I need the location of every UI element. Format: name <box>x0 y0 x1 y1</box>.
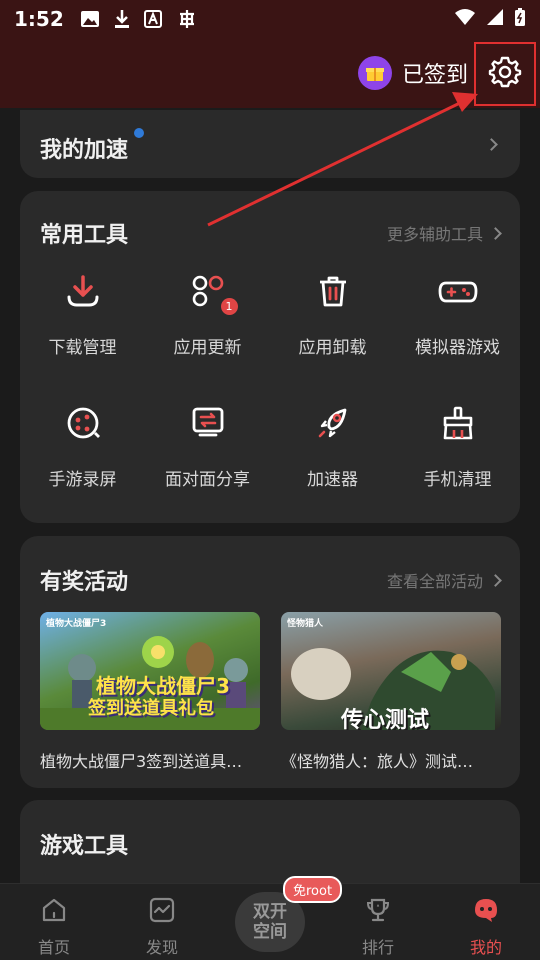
acceleration-title: 我的加速 <box>40 138 129 163</box>
wifi-icon <box>454 7 476 31</box>
signin-button[interactable]: 已签到 <box>357 56 468 90</box>
download-icon <box>63 271 103 311</box>
dual-space-label: 双开 空间 <box>253 902 287 942</box>
tool-app-update[interactable]: 1 应用更新 <box>145 271 270 359</box>
activity-caption-pvz3[interactable]: 植物大战僵尸3签到送道具… <box>40 748 262 772</box>
profile-header: 已签到 <box>0 38 540 108</box>
tool-label: 应用卸载 <box>298 338 367 358</box>
tool-label: 加速器 <box>307 470 358 490</box>
status-bar: 1:52 <box>0 0 540 38</box>
dual-space-label-line2: 空间 <box>253 922 287 942</box>
tools-title: 常用工具 <box>40 223 129 248</box>
tool-accelerator[interactable]: 加速器 <box>270 403 395 491</box>
update-count-badge: 1 <box>220 298 238 315</box>
tab-discover[interactable]: 发现 <box>122 896 202 958</box>
more-tools-label: 更多辅助工具 <box>386 225 483 244</box>
dual-space-label-line1: 双开 <box>253 902 287 922</box>
tool-emulator-games[interactable]: 模拟器游戏 <box>395 271 520 359</box>
main-content: 我的加速 常用工具 更多辅助工具 下载管理 1 应用更新 应用卸载 模拟器游戏 … <box>0 108 540 883</box>
tool-screen-record[interactable]: 手游录屏 <box>20 403 145 491</box>
tab-label: 排行 <box>361 938 394 957</box>
activities-card: 有奖活动 查看全部活动 植物大战僵尸3 植物大战僵尸3 签到送道具礼包 植物大战… <box>20 536 520 788</box>
gamepad-icon <box>438 271 478 311</box>
all-activities-label: 查看全部活动 <box>386 572 483 591</box>
home-icon <box>40 896 68 928</box>
bottom-tab-bar: 首页 发现 双开 空间 免root 排行 我的 <box>0 876 540 960</box>
mine-icon <box>472 896 500 928</box>
tool-phone-clean[interactable]: 手机清理 <box>395 403 520 491</box>
tool-face-to-face-share[interactable]: 面对面分享 <box>145 403 270 491</box>
chevron-right-icon <box>489 573 502 587</box>
notification-dot <box>134 128 144 138</box>
activities-title: 有奖活动 <box>40 570 129 595</box>
signal-icon <box>486 7 504 31</box>
tool-app-uninstall[interactable]: 应用卸载 <box>270 271 395 359</box>
download-notification-icon <box>114 9 130 29</box>
tab-label: 发现 <box>145 938 178 957</box>
no-root-badge: 免root <box>283 876 343 903</box>
tab-home[interactable]: 首页 <box>14 896 94 958</box>
settings-button[interactable] <box>474 42 536 106</box>
game-tools-title: 游戏工具 <box>40 834 129 859</box>
mh-logo: 怪物猎人 <box>287 619 324 629</box>
tool-grid: 下载管理 1 应用更新 应用卸载 模拟器游戏 手游录屏 面对面分享 加速器 手机… <box>20 271 520 491</box>
tab-label: 首页 <box>37 938 70 957</box>
trophy-icon <box>364 896 392 928</box>
tool-download-manager[interactable]: 下载管理 <box>20 271 145 359</box>
translate-notification-icon <box>143 10 162 28</box>
activity-banner-pvz3[interactable]: 植物大战僵尸3 植物大战僵尸3 签到送道具礼包 <box>40 612 260 730</box>
app-update-icon: 1 <box>188 271 238 315</box>
tool-label: 手机清理 <box>423 470 492 490</box>
status-time: 1:52 <box>14 7 64 31</box>
rocket-icon <box>313 403 353 443</box>
pvz-banner-line2: 签到送道具礼包 <box>88 698 214 719</box>
battery-icon <box>514 7 526 32</box>
chevron-right-icon <box>485 138 498 151</box>
bug-notification-icon <box>176 8 198 30</box>
chevron-right-icon <box>489 226 502 240</box>
tab-label: 我的 <box>469 938 502 957</box>
common-tools-card: 常用工具 更多辅助工具 下载管理 1 应用更新 应用卸载 模拟器游戏 手游录屏 … <box>20 191 520 523</box>
tool-label: 模拟器游戏 <box>415 338 500 358</box>
signin-label: 已签到 <box>401 63 468 88</box>
all-activities-link[interactable]: 查看全部活动 <box>386 568 502 592</box>
game-tools-card: 游戏工具 <box>20 800 520 883</box>
mh-banner-text: 传心测试 <box>341 708 430 730</box>
tool-label: 面对面分享 <box>165 470 250 490</box>
gift-icon <box>357 56 392 90</box>
more-tools-link[interactable]: 更多辅助工具 <box>386 221 502 245</box>
tab-mine[interactable]: 我的 <box>446 896 526 958</box>
record-icon <box>63 403 103 443</box>
discover-icon <box>148 896 176 928</box>
tool-label: 下载管理 <box>48 338 117 358</box>
my-acceleration-card[interactable]: 我的加速 <box>20 110 520 178</box>
gear-icon <box>488 55 522 93</box>
activity-banner-monster-hunter[interactable]: 怪物猎人 传心测试 <box>281 612 501 730</box>
tab-rank[interactable]: 排行 <box>338 896 418 958</box>
broom-icon <box>438 403 478 443</box>
activity-caption-monster-hunter[interactable]: 《怪物猎人：旅人》测试… <box>281 748 503 772</box>
tool-label: 手游录屏 <box>48 470 117 490</box>
trash-icon <box>313 271 353 311</box>
pvz-logo: 植物大战僵尸3 <box>46 619 107 629</box>
image-notification-icon <box>80 10 100 28</box>
tool-label: 应用更新 <box>173 338 242 358</box>
share-icon <box>188 403 228 443</box>
